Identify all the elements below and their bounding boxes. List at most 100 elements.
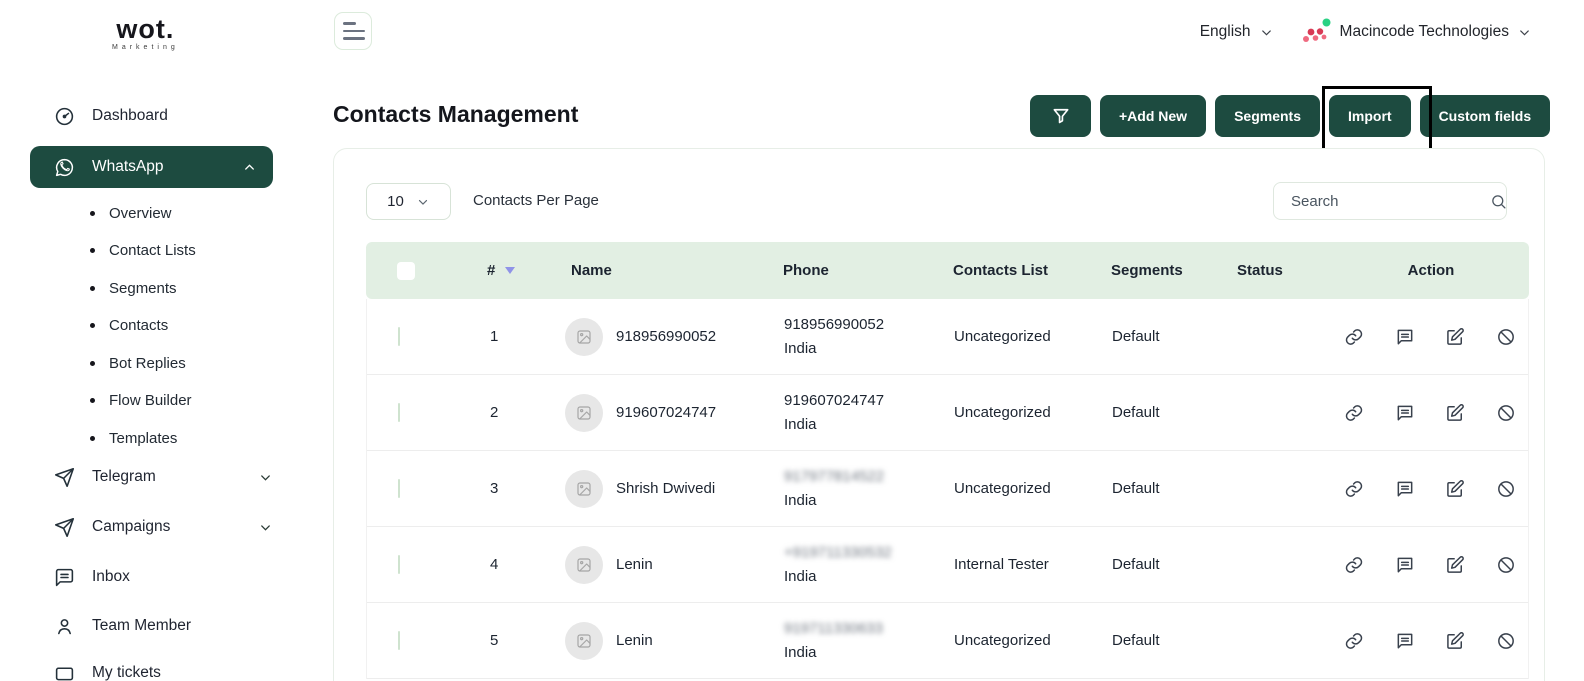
search-input[interactable] [1291, 192, 1490, 210]
per-page-select[interactable]: 10 [366, 183, 451, 220]
sidebar-item-segments[interactable]: Segments [90, 280, 177, 297]
add-new-button[interactable]: +Add New [1100, 95, 1207, 137]
language-selector[interactable]: English [1200, 23, 1274, 41]
bullet-icon [90, 211, 95, 216]
block-icon[interactable] [1496, 327, 1516, 347]
segment-value: Default [1112, 556, 1160, 573]
chevron-down-icon [258, 520, 273, 535]
sidebar-item-contacts[interactable]: Contacts [90, 317, 168, 334]
comment-icon[interactable] [1395, 403, 1415, 423]
comment-icon[interactable] [1395, 555, 1415, 575]
paper-plane-icon [53, 516, 75, 538]
sidebar-item-dashboard[interactable]: Dashboard [53, 105, 273, 127]
avatar [565, 621, 603, 660]
edit-icon[interactable] [1445, 479, 1465, 499]
contact-country: India [784, 643, 817, 661]
sidebar-item-team-member[interactable]: Team Member [53, 615, 273, 637]
dashboard-icon [53, 105, 75, 127]
sidebar-item-label: Inbox [92, 568, 130, 585]
avatar [565, 393, 603, 432]
table-row: 2 919607024747 919607024747 India Uncate… [367, 375, 1528, 451]
sidebar-item-templates[interactable]: Templates [90, 430, 177, 447]
sidebar-item-telegram[interactable]: Telegram [53, 466, 273, 488]
sidebar-item-overview[interactable]: Overview [90, 205, 172, 222]
row-checkbox[interactable] [398, 403, 400, 422]
per-page-value: 10 [387, 193, 404, 210]
sort-descending-icon[interactable] [505, 267, 516, 274]
contact-list-value: Uncategorized [954, 480, 1051, 497]
filter-button[interactable] [1030, 95, 1091, 137]
comment-icon[interactable] [1395, 327, 1415, 347]
search-icon[interactable] [1490, 193, 1507, 210]
sidebar-item-flow-builder[interactable]: Flow Builder [90, 392, 192, 409]
sidebar-item-label: Campaigns [92, 518, 171, 535]
table-row: 3 Shrish Dwivedi 917977814522 India Unca… [367, 451, 1528, 527]
segment-value: Default [1112, 632, 1160, 649]
sidebar-item-label: Overview [109, 205, 172, 222]
edit-icon[interactable] [1445, 327, 1465, 347]
avatar [565, 545, 603, 584]
ticket-icon [53, 662, 75, 681]
sidebar-item-contact-lists[interactable]: Contact Lists [90, 242, 196, 259]
contact-name: Lenin [616, 556, 653, 573]
row-checkbox[interactable] [398, 631, 400, 650]
contact-phone: 919711330633 [784, 620, 883, 638]
comment-icon[interactable] [1395, 631, 1415, 651]
contact-name: Lenin [616, 632, 653, 649]
row-checkbox[interactable] [398, 327, 400, 346]
edit-icon[interactable] [1445, 555, 1465, 575]
column-header-index: # [487, 262, 496, 279]
segment-value: Default [1112, 480, 1160, 497]
sidebar-item-label: My tickets [92, 664, 161, 681]
link-icon[interactable] [1344, 631, 1364, 651]
block-icon[interactable] [1496, 555, 1516, 575]
sidebar-item-inbox[interactable]: Inbox [53, 566, 273, 588]
segment-value: Default [1112, 404, 1160, 421]
brand-logo-text: wot. [116, 14, 175, 44]
link-icon[interactable] [1344, 555, 1364, 575]
bullet-icon [90, 361, 95, 366]
import-button[interactable]: Import [1329, 95, 1411, 137]
row-checkbox[interactable] [398, 555, 400, 574]
avatar [565, 317, 603, 356]
row-index: 5 [490, 632, 499, 649]
sidebar-item-my-tickets[interactable]: My tickets [53, 662, 273, 681]
paper-plane-icon [53, 466, 75, 488]
sidebar-item-label: Dashboard [92, 107, 168, 124]
link-icon[interactable] [1344, 479, 1364, 499]
link-icon[interactable] [1344, 327, 1364, 347]
block-icon[interactable] [1496, 403, 1516, 423]
link-icon[interactable] [1344, 403, 1364, 423]
brand-logo[interactable]: wot. Marketing [112, 14, 179, 52]
segments-button[interactable]: Segments [1215, 95, 1320, 137]
edit-icon[interactable] [1445, 631, 1465, 651]
chevron-up-icon [242, 160, 257, 175]
column-header-name: Name [571, 262, 612, 279]
bullet-icon [90, 323, 95, 328]
organization-name: Macincode Technologies [1339, 23, 1509, 40]
sidebar-item-label: Segments [109, 280, 177, 297]
contact-list-value: Uncategorized [954, 632, 1051, 649]
contact-name: 919607024747 [616, 404, 717, 421]
comment-icon[interactable] [1395, 479, 1415, 499]
row-checkbox[interactable] [398, 479, 400, 498]
row-index: 2 [490, 404, 499, 421]
block-icon[interactable] [1496, 631, 1516, 651]
sidebar-item-whatsapp[interactable]: WhatsApp [30, 146, 273, 188]
contacts-table: # Name Phone Contacts List Segments Stat… [366, 242, 1529, 679]
hamburger-menu-button[interactable] [334, 12, 372, 50]
custom-fields-button[interactable]: Custom fields [1419, 95, 1551, 137]
contact-phone: +919711330532 [784, 544, 892, 562]
sidebar-item-campaigns[interactable]: Campaigns [53, 516, 273, 538]
page-title: Contacts Management [333, 101, 579, 127]
organization-selector[interactable]: Macincode Technologies [1300, 18, 1532, 46]
select-all-checkbox[interactable] [397, 261, 415, 280]
organization-logo-icon [1300, 18, 1332, 46]
edit-icon[interactable] [1445, 403, 1465, 423]
contact-phone: 919607024747 [784, 392, 885, 410]
contact-phone: 917977814522 [784, 468, 885, 486]
contact-list-value: Uncategorized [954, 404, 1051, 421]
block-icon[interactable] [1496, 479, 1516, 499]
sidebar-item-bot-replies[interactable]: Bot Replies [90, 355, 186, 372]
table-row: 4 Lenin +919711330532 India Internal Tes… [367, 527, 1528, 603]
